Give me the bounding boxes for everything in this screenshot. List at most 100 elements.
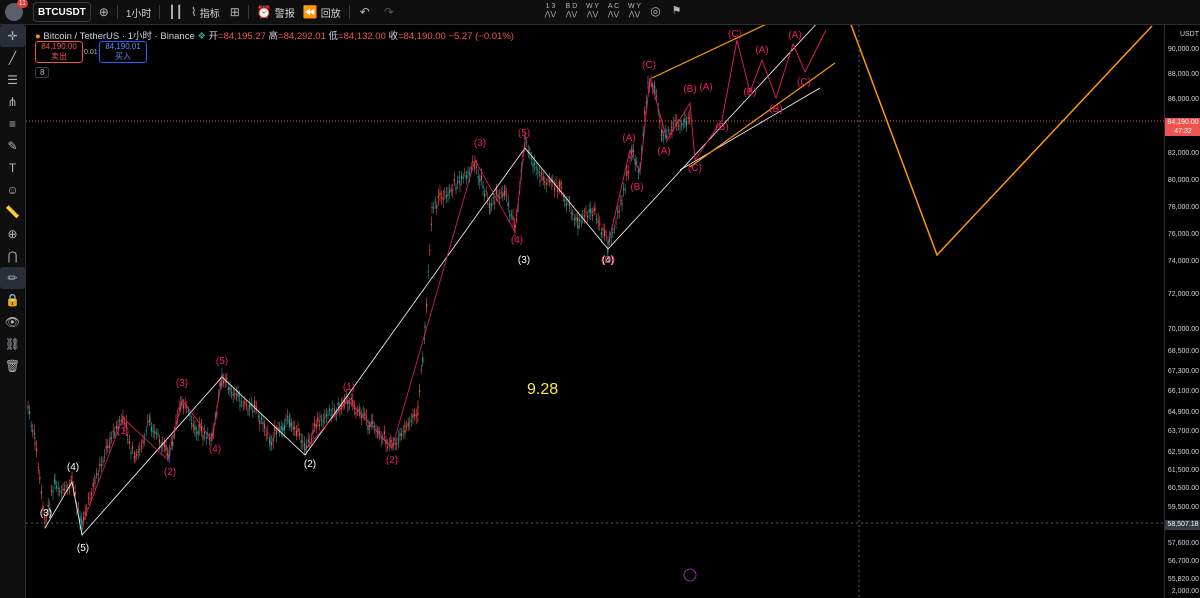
low-label: 低 [328, 31, 339, 42]
candle-body [322, 420, 324, 423]
candle-body [362, 413, 364, 416]
trendline-icon[interactable]: ╱ [0, 47, 25, 69]
replay-button[interactable]: ⏪ 回放 [303, 5, 341, 20]
candle-body [644, 110, 646, 115]
candle-body [37, 466, 39, 468]
candle-body [458, 177, 460, 179]
brush-icon[interactable]: ✎ [0, 135, 25, 157]
redo-icon[interactable]: ↷ [384, 5, 394, 19]
wave-label: (A) [622, 133, 635, 144]
price-tick: 57,600.00 [1167, 540, 1199, 547]
candle-body [597, 220, 599, 224]
candle-body [40, 491, 42, 495]
candle-body [134, 456, 136, 458]
text-icon[interactable]: T [0, 157, 25, 179]
price-tick: 64,900.00 [1167, 409, 1199, 416]
candle-body [590, 208, 592, 214]
projection-path [850, 25, 1153, 257]
candle-body [512, 216, 514, 220]
price-axis[interactable]: USDT 90,000.0088,000.0086,000.0084,000.0… [1164, 25, 1200, 598]
candle-type-icon[interactable]: ┃┃ [168, 5, 182, 19]
candle-body [111, 437, 113, 439]
interval-button[interactable]: 1小时 [126, 5, 152, 20]
candle-body [542, 175, 544, 181]
flag-icon[interactable]: ⚑ [669, 3, 684, 19]
candle-body [160, 447, 162, 449]
ruler-icon[interactable]: 📏 [0, 201, 25, 223]
add-symbol-icon[interactable]: ⊕ [99, 5, 109, 19]
candle-body [537, 172, 539, 174]
indicator-count-toggle[interactable]: 8 [35, 67, 50, 78]
candle-body [610, 236, 612, 238]
link-icon[interactable]: ⛓ [0, 333, 25, 355]
candle-body [364, 412, 366, 417]
candle-body [618, 210, 620, 213]
buy-button[interactable]: 84,190.01 买入 [99, 41, 147, 63]
candle-body [532, 163, 534, 167]
candle-body [304, 447, 306, 449]
emoji-icon[interactable]: ☺ [0, 179, 25, 201]
trash-icon[interactable]: 🗑 [0, 355, 25, 377]
candle-body [223, 380, 225, 384]
elliott-impulse-icon[interactable]: 1 3 ⋀⋁ [543, 3, 558, 19]
pitchfork-icon[interactable]: ⋔ [0, 91, 25, 113]
candle-body [599, 223, 601, 225]
stay-in-drawing-mode-icon[interactable]: ✏ [0, 267, 25, 289]
user-avatar[interactable]: 11 [5, 0, 28, 21]
wave-label: (2) [164, 467, 176, 478]
channel-lower-white [679, 87, 821, 171]
candle-body [559, 182, 561, 186]
wave-label: (4) [511, 235, 523, 246]
divider [116, 5, 118, 19]
candle-body [383, 431, 385, 435]
symbol-search[interactable]: BTCUSDT [33, 2, 91, 22]
layout-grid-icon[interactable]: ⊞ [230, 5, 240, 19]
candle-body [237, 392, 239, 397]
price-chart[interactable]: (3) (4) (5) (1) (2) (3) (4) (5) (2) (1) (2) (3) (4) (… [26, 25, 1164, 598]
elliott-triangle-icon[interactable]: B D ⋀⋁ [564, 3, 579, 19]
lock-icon[interactable]: 🔒 [0, 289, 25, 311]
elliott-double-combo-icon[interactable]: W Y ⋀⋁ [627, 3, 642, 19]
sell-button[interactable]: 84,190.00 卖出 [35, 41, 83, 63]
wave-label: (B) [683, 84, 696, 95]
candle-body [579, 219, 581, 222]
indicators-button[interactable]: ⌇ 指标 [191, 5, 220, 20]
candle-body [300, 440, 302, 443]
candle-body [409, 421, 411, 423]
candle-body [491, 203, 493, 207]
candle-body [596, 218, 598, 221]
candle-body [337, 402, 339, 406]
magnet-icon[interactable]: ⋂ [0, 245, 25, 267]
zoom-in-icon[interactable]: ⊕ [0, 223, 25, 245]
high-value: =84,292.01 [278, 31, 326, 42]
alarm-clock-icon: ⏰ [256, 5, 272, 19]
elliott-correction-icon[interactable]: A C ⋀⋁ [606, 3, 621, 19]
elliott-triple-combo-icon[interactable]: W Y ⋀⋁ [585, 3, 600, 19]
candle-body [310, 438, 312, 440]
open-value: =84,195.27 [218, 31, 266, 42]
candle-body [561, 187, 563, 189]
candle-body [588, 209, 590, 213]
candle-body [587, 215, 589, 218]
candle-body [249, 404, 251, 409]
candle-body [444, 191, 446, 193]
candle-body [575, 217, 577, 221]
candle-body [572, 213, 574, 215]
candle-body [77, 508, 79, 510]
candle-body [264, 423, 266, 429]
candle-body [453, 178, 455, 183]
candle-body [327, 414, 329, 416]
candle-body [105, 446, 107, 449]
candle-body [60, 492, 62, 494]
alert-button[interactable]: ⏰ 警报 [257, 5, 295, 20]
candle-body [235, 394, 237, 396]
crosshair-icon[interactable]: ✛ [0, 25, 25, 47]
fib-icon[interactable]: ≡ [0, 113, 25, 135]
undo-icon[interactable]: ↶ [360, 5, 370, 19]
spread-value: 0.01 [84, 49, 98, 56]
candle-body [283, 424, 285, 431]
candle-body [434, 201, 436, 203]
eye-icon[interactable]: 👁 [0, 311, 25, 333]
horizontal-lines-icon[interactable]: ☰ [0, 69, 25, 91]
target-icon[interactable]: ◎ [648, 3, 663, 19]
